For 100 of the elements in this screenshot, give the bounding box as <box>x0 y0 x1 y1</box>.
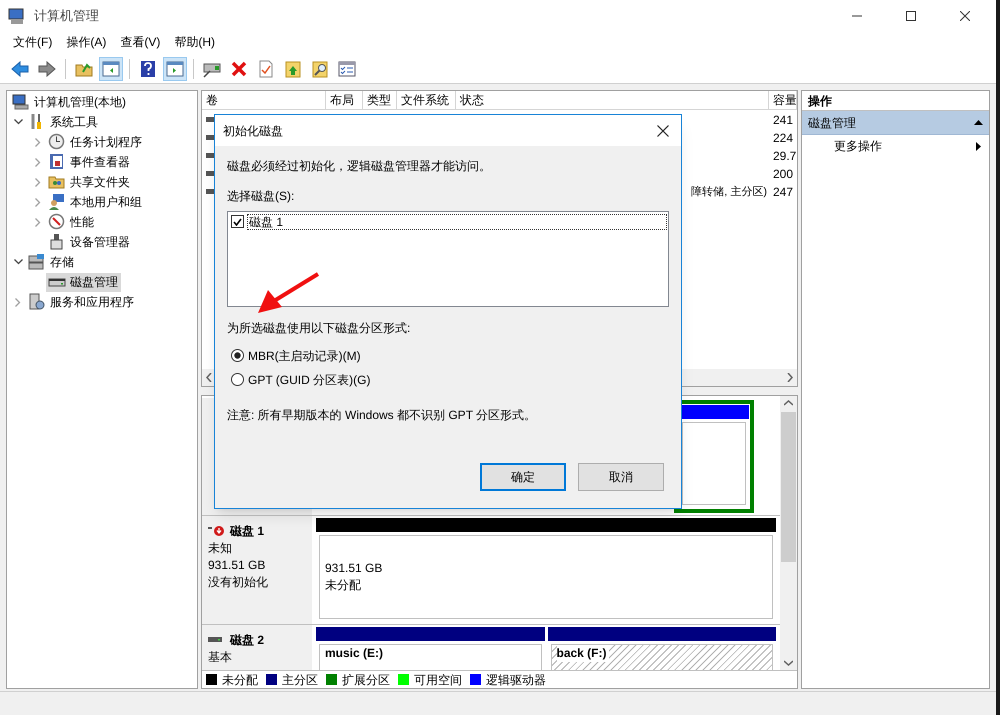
radio-label[interactable]: GPT (GUID 分区表)(G) <box>248 370 370 388</box>
legend-label: 未分配 <box>222 672 258 688</box>
services-icon <box>28 293 46 311</box>
folder-search-icon <box>311 60 329 78</box>
collapse-icon <box>974 120 983 125</box>
scroll-right-icon[interactable] <box>787 373 793 382</box>
disk-name: 磁盘 2 <box>230 632 264 648</box>
tree-item[interactable]: 性能 <box>46 212 97 232</box>
menu-item[interactable]: 帮助(H) <box>173 32 216 52</box>
collapsed-chevron-icon[interactable] <box>35 158 41 166</box>
checkbox[interactable] <box>231 215 244 228</box>
arrow-drawing <box>256 271 322 315</box>
partition-info: 931.51 GB <box>325 560 384 577</box>
partition-style-label: 为所选磁盘使用以下磁盘分区形式: <box>227 320 412 337</box>
radio-label[interactable]: MBR(主启动记录)(M) <box>248 346 361 364</box>
document-check-icon <box>257 60 275 78</box>
partition-header <box>679 405 749 419</box>
submenu-arrow-icon <box>976 142 981 150</box>
cancel-button[interactable]: 取消 <box>578 463 664 491</box>
collapsed-chevron-icon[interactable] <box>35 218 41 226</box>
partition-name: back (F:) <box>556 645 609 662</box>
disk-info: 未知 <box>208 540 233 557</box>
expanded-chevron-icon[interactable] <box>14 119 22 125</box>
menu-item[interactable]: 操作(A) <box>65 32 108 52</box>
list-item[interactable]: 磁盘 1 <box>247 214 667 230</box>
collapsed-chevron-icon[interactable] <box>35 198 41 206</box>
table-cell: 29.7 <box>773 149 796 163</box>
column-header[interactable]: 布局 <box>326 91 363 110</box>
column-header[interactable]: 文件系统 <box>397 91 456 110</box>
tree-item[interactable]: 任务计划程序 <box>46 132 145 152</box>
tree-item[interactable]: 磁盘管理 <box>46 272 121 292</box>
collapsed-chevron-icon[interactable] <box>15 298 21 306</box>
close-icon <box>960 11 970 21</box>
users-icon <box>48 193 66 211</box>
table-cell-text: 障转储, 主分区) <box>691 184 767 200</box>
disk-info: 基本 <box>208 649 233 666</box>
disk-listbox[interactable]: 磁盘 1 <box>227 211 669 307</box>
toolbar-button[interactable] <box>99 56 123 80</box>
table-cell: 224 <box>773 131 794 145</box>
legend-label: 主分区 <box>282 672 318 688</box>
partition-info: 未分配 <box>325 577 362 594</box>
scroll-left-icon[interactable] <box>206 373 212 382</box>
scroll-up-icon[interactable] <box>784 400 793 406</box>
menu-item[interactable]: 查看(V) <box>119 32 162 52</box>
help-icon <box>139 60 157 78</box>
select-disk-label: 选择磁盘(S): <box>227 188 296 205</box>
close-icon <box>657 124 669 136</box>
vertical-scrollbar[interactable] <box>780 396 797 670</box>
window-title: 计算机管理 <box>34 7 99 26</box>
disk-name: 磁盘 1 <box>230 522 264 540</box>
tree-item[interactable]: 事件查看器 <box>46 152 133 172</box>
close-button[interactable] <box>655 122 671 138</box>
actions-section[interactable]: 磁盘管理 <box>802 111 989 135</box>
back-arrow-icon <box>11 60 29 78</box>
delete-icon <box>230 60 248 78</box>
scroll-down-icon[interactable] <box>784 660 793 666</box>
forward-arrow-icon <box>38 60 56 78</box>
log-book-icon <box>48 153 66 171</box>
table-cell: 241 <box>773 113 794 127</box>
legend-label: 扩展分区 <box>342 672 390 688</box>
column-header[interactable]: 状态 <box>456 91 769 110</box>
dialog-message: 磁盘必须经过初始化，逻辑磁盘管理器才能访问。 <box>227 158 492 175</box>
tree-item[interactable]: 共享文件夹 <box>46 172 133 192</box>
tree-item[interactable]: 存储 <box>26 252 77 272</box>
disk-info: 没有初始化 <box>208 574 269 591</box>
section-title: 磁盘管理 <box>808 114 857 132</box>
tree-item[interactable]: 系统工具 <box>26 112 101 132</box>
column-header[interactable]: 类型 <box>363 91 397 110</box>
tree-item[interactable]: 本地用户和组 <box>46 192 145 212</box>
expanded-chevron-icon[interactable] <box>14 259 22 265</box>
note-text: 注意: 所有早期版本的 Windows 都不识别 GPT 分区形式。 <box>227 407 538 424</box>
clock-icon <box>48 133 66 151</box>
collapsed-chevron-icon[interactable] <box>35 178 41 186</box>
partition-name: music (E:) <box>325 645 386 662</box>
check-icon <box>233 218 242 226</box>
radio-icon[interactable] <box>231 373 244 386</box>
toolbar-button[interactable] <box>163 56 187 80</box>
menu-item[interactable]: 文件(F) <box>12 32 54 52</box>
gauge-icon <box>48 213 66 231</box>
maximize-icon <box>906 11 916 21</box>
disk-info: 931.51 GB <box>208 557 266 574</box>
collapsed-chevron-icon[interactable] <box>35 138 41 146</box>
column-header[interactable]: 卷 <box>202 91 326 110</box>
action-item[interactable]: 更多操作 <box>802 135 989 157</box>
tree-item[interactable]: 设备管理器 <box>46 232 133 252</box>
tree-item[interactable]: 服务和应用程序 <box>26 292 137 312</box>
table-cell: 247 <box>773 185 794 199</box>
tree-item[interactable]: 计算机管理(本地) <box>10 92 129 112</box>
scroll-thumb[interactable] <box>781 412 796 562</box>
ok-button[interactable]: 确定 <box>480 463 566 491</box>
dialog-title: 初始化磁盘 <box>223 122 284 140</box>
computer-icon <box>8 7 26 25</box>
disk-error-icon <box>208 525 224 537</box>
storage-icon <box>28 253 46 271</box>
legend-label: 逻辑驱动器 <box>486 672 546 688</box>
computer-icon <box>12 93 30 111</box>
radio-selected-icon[interactable] <box>231 349 244 362</box>
pane-icon <box>102 60 120 78</box>
pane-icon <box>166 60 184 78</box>
legend-label: 可用空间 <box>414 672 462 688</box>
